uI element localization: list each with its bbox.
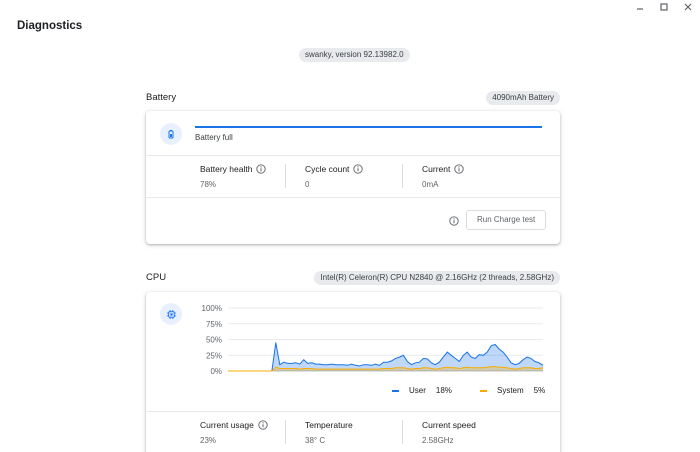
battery-health-info-icon[interactable] (256, 164, 267, 174)
current-label-text: Current (422, 164, 451, 174)
battery-section-title: Battery (146, 92, 177, 103)
current-value: 0mA (422, 180, 439, 189)
cpu-metric-divider-2 (402, 420, 403, 444)
current-usage-value: 23% (200, 436, 217, 445)
cpu-model-chip: Intel(R) Celeron(R) CPU N2840 @ 2.16GHz … (314, 271, 560, 285)
chart-y-tick-label: 25% (206, 351, 222, 360)
cpu-usage-chart: 100% 75% 50% 25% 0% (202, 304, 544, 376)
battery-health-label: Battery health (200, 164, 267, 174)
maximize-button[interactable] (652, 0, 676, 14)
chart-y-tick-label: 50% (206, 336, 222, 345)
cpu-icon (166, 309, 176, 319)
current-usage-label: Current usage (200, 420, 268, 430)
temperature-value: 38° C (305, 436, 326, 445)
battery-capacity-chip: 4090mAh Battery (486, 91, 560, 105)
current-usage-label-text: Current usage (200, 420, 254, 430)
battery-metric-divider-2 (402, 164, 403, 188)
legend-system-label: System (497, 386, 524, 395)
legend-user-value: 18% (435, 386, 452, 395)
cycle-count-label-text: Cycle count (305, 164, 350, 174)
current-usage-info-icon[interactable] (258, 420, 268, 430)
minimize-button[interactable] (628, 0, 652, 14)
chart-y-tick-label: 75% (206, 320, 222, 329)
battery-divider-bottom (146, 197, 560, 198)
battery-icon (168, 130, 174, 139)
battery-card: Battery full Battery health 78% Cycle co… (146, 111, 560, 244)
legend-system: System 5% (480, 386, 545, 395)
legend-system-value: 5% (533, 386, 546, 395)
current-speed-label: Current speed (422, 420, 476, 430)
cycle-count-label: Cycle count (305, 164, 364, 174)
app-title: Diagnostics (17, 20, 83, 32)
current-speed-value: 2.58GHz (422, 436, 454, 445)
version-chip: swanky, version 92.13982.0 (299, 48, 410, 62)
battery-charge-fill (195, 126, 542, 128)
cpu-icon-badge (160, 303, 182, 325)
battery-metric-divider-1 (285, 164, 286, 188)
minimize-icon (637, 8, 643, 10)
chart-y-tick-label: 0% (210, 367, 222, 376)
legend-user-label: User (409, 386, 426, 395)
window-controls (628, 0, 700, 14)
legend-system-swatch (480, 389, 487, 392)
temperature-label: Temperature (305, 420, 353, 430)
battery-divider-top (146, 155, 560, 156)
charge-test-info-icon[interactable] (449, 216, 459, 226)
legend-user: User 18% (392, 386, 452, 395)
current-label: Current (422, 164, 464, 174)
current-info-icon[interactable] (454, 164, 464, 174)
cpu-card: 100% 75% 50% 25% 0% User 18% System 5% Curre… (146, 292, 560, 452)
cycle-count-value: 0 (305, 180, 310, 189)
cycle-count-info-icon[interactable] (353, 164, 364, 174)
close-button[interactable] (676, 0, 700, 14)
legend-user-swatch (392, 389, 399, 392)
cpu-section-title: CPU (146, 272, 167, 283)
cpu-divider (146, 411, 560, 412)
maximize-icon (660, 3, 668, 11)
battery-status-text: Battery full (195, 133, 233, 142)
battery-health-value: 78% (200, 180, 217, 189)
cpu-metric-divider-1 (285, 420, 286, 444)
current-speed-label-text: Current speed (422, 420, 476, 430)
temperature-label-text: Temperature (305, 420, 353, 430)
chart-y-tick-label: 100% (202, 304, 222, 313)
run-charge-test-button[interactable]: Run Charge test (466, 210, 547, 230)
battery-icon-badge (160, 123, 182, 145)
battery-health-label-text: Battery health (200, 164, 253, 174)
close-icon (684, 3, 692, 11)
battery-charge-bar (195, 126, 542, 128)
